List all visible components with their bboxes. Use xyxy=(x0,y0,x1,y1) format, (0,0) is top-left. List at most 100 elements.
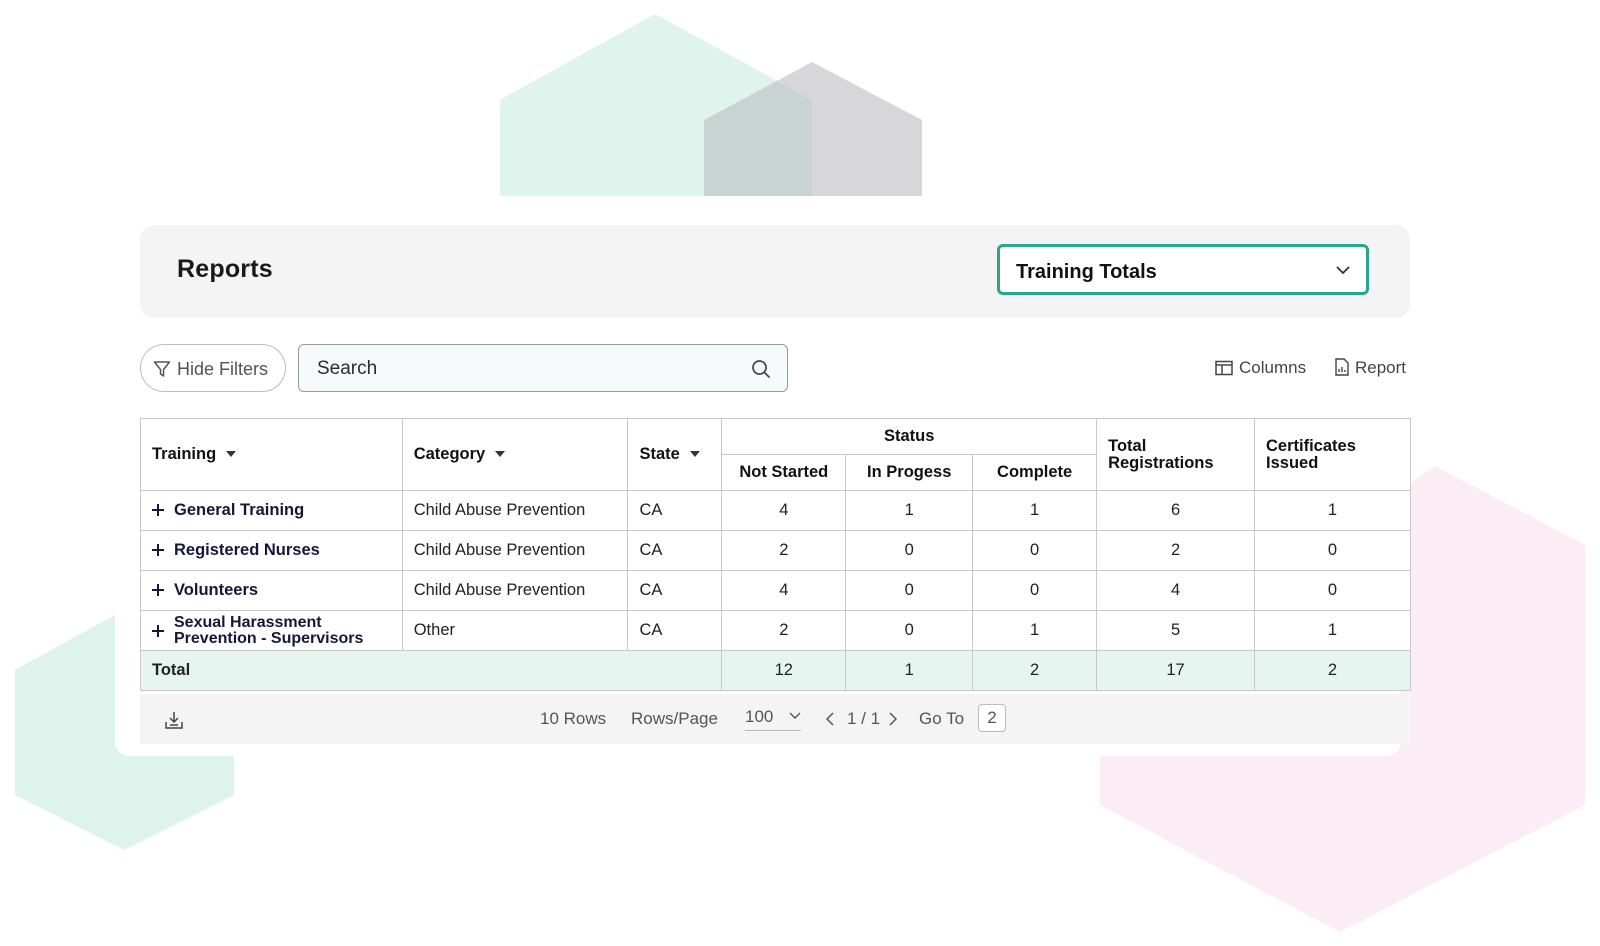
total-registrations-cell: 2 xyxy=(1096,530,1256,571)
total-in-progress: 1 xyxy=(845,650,974,691)
table-footer: 10 Rows Rows/Page 100 1 / 1 Go To 2 xyxy=(140,694,1411,744)
columns-icon xyxy=(1215,360,1233,376)
total-registrations-cell: 5 xyxy=(1096,610,1256,651)
complete-cell: 1 xyxy=(972,490,1098,531)
training-name: General Training xyxy=(174,501,305,519)
columns-label: Columns xyxy=(1239,358,1307,377)
report-file-icon xyxy=(1335,358,1349,376)
report-label: Report xyxy=(1355,358,1407,377)
hide-filters-label: Hide Filters xyxy=(177,359,269,379)
complete-cell: 0 xyxy=(972,530,1098,571)
col-header-category[interactable]: Category xyxy=(401,418,629,491)
category-cell: Child Abuse Prevention xyxy=(401,570,629,611)
rows-per-page-select[interactable]: 100 xyxy=(745,704,801,731)
in-progress-cell: 1 xyxy=(845,490,974,531)
state-cell: CA xyxy=(627,570,723,611)
deco-hex-teal-top xyxy=(500,14,812,202)
download-icon[interactable] xyxy=(164,710,184,730)
col-header-certificates-issued: Certificates Issued xyxy=(1254,418,1411,491)
in-progress-cell: 0 xyxy=(845,530,974,571)
search-icon xyxy=(752,360,771,379)
page-indicator: 1 / 1 xyxy=(847,709,881,728)
expand-plus-icon[interactable] xyxy=(152,624,164,637)
col-header-training[interactable]: Training xyxy=(140,418,403,491)
col-header-total-registrations: Total Registrations xyxy=(1096,418,1256,491)
in-progress-cell: 0 xyxy=(845,610,974,651)
category-cell: Other xyxy=(401,610,629,651)
training-totals-table: Training Category State Status Total Regi… xyxy=(139,418,1411,691)
columns-button[interactable]: Columns xyxy=(1215,358,1306,378)
report-button[interactable]: Report xyxy=(1335,358,1406,378)
expand-plus-icon[interactable] xyxy=(152,584,164,596)
rows-count: 10 Rows xyxy=(540,709,607,728)
col-header-certificates-issued-line2: Issued xyxy=(1266,453,1319,472)
col-header-complete: Complete xyxy=(972,454,1098,491)
col-header-total-registrations-line1: Total xyxy=(1108,436,1147,455)
col-header-status: Status xyxy=(721,418,1098,455)
col-header-in-progress: In Progess xyxy=(845,454,974,491)
col-header-state-label: State xyxy=(639,445,680,463)
certificates-issued-cell: 0 xyxy=(1254,570,1411,611)
hide-filters-button[interactable]: Hide Filters xyxy=(140,344,286,392)
total-complete: 2 xyxy=(972,650,1098,691)
not-started-cell: 2 xyxy=(721,610,847,651)
chevron-down-icon xyxy=(789,712,801,719)
rows-per-page-value: 100 xyxy=(745,707,774,726)
complete-cell: 1 xyxy=(972,610,1098,651)
total-certificates-issued: 2 xyxy=(1254,650,1411,691)
col-header-total-registrations-line2: Registrations xyxy=(1108,453,1214,472)
sort-caret-icon xyxy=(226,451,237,457)
training-cell[interactable]: Sexual Harassment Prevention - Supervisor… xyxy=(140,610,403,651)
sort-caret-icon xyxy=(689,451,700,457)
total-registrations-cell: 6 xyxy=(1096,490,1256,531)
goto-label: Go To xyxy=(919,709,965,728)
next-page-icon[interactable] xyxy=(889,712,897,726)
training-name-line2: Prevention - Supervisors xyxy=(174,629,364,647)
col-header-not-started: Not Started xyxy=(721,454,847,491)
report-type-value: Training Totals xyxy=(1016,261,1157,283)
col-header-training-label: Training xyxy=(152,445,217,463)
expand-plus-icon[interactable] xyxy=(152,504,164,516)
total-registrations-cell: 4 xyxy=(1096,570,1256,611)
report-type-select[interactable]: Training Totals xyxy=(997,244,1369,295)
training-cell[interactable]: Volunteers xyxy=(140,570,403,611)
total-row: Total 12 1 2 17 2 xyxy=(139,650,1411,691)
sort-caret-icon xyxy=(495,451,506,457)
col-header-state[interactable]: State xyxy=(627,418,723,491)
table-row: Sexual Harassment Prevention - Supervisor… xyxy=(140,610,1411,651)
certificates-issued-cell: 0 xyxy=(1254,530,1411,571)
expand-cell xyxy=(152,615,174,647)
state-cell: CA xyxy=(627,530,723,571)
certificates-issued-cell: 1 xyxy=(1254,610,1411,651)
training-name-line1: Sexual Harassment xyxy=(174,613,322,631)
total-label: Total xyxy=(139,650,723,691)
complete-cell: 0 xyxy=(972,570,1098,611)
expand-plus-icon[interactable] xyxy=(152,544,164,556)
reports-header: Reports Training Totals xyxy=(140,225,1410,318)
table-row: Registered Nurses Child Abuse Prevention… xyxy=(140,530,1411,571)
col-header-category-label: Category xyxy=(413,445,486,463)
previous-page-icon[interactable] xyxy=(826,712,834,726)
training-name: Sexual Harassment Prevention - Supervisor… xyxy=(174,613,364,647)
funnel-icon xyxy=(153,361,171,377)
search-input[interactable] xyxy=(315,356,739,382)
category-cell: Child Abuse Prevention xyxy=(401,490,629,531)
rows-per-page-label: Rows/Page xyxy=(631,709,718,728)
goto-page-input[interactable]: 2 xyxy=(978,704,1006,732)
total-total-registrations: 17 xyxy=(1096,650,1256,691)
training-cell[interactable]: General Training xyxy=(140,490,403,531)
page-title: Reports xyxy=(177,255,273,283)
total-not-started: 12 xyxy=(721,650,847,691)
not-started-cell: 4 xyxy=(721,570,847,611)
not-started-cell: 2 xyxy=(721,530,847,571)
chevron-down-icon xyxy=(1336,266,1350,275)
training-name: Volunteers xyxy=(174,581,259,599)
col-header-certificates-issued-line1: Certificates xyxy=(1266,436,1356,455)
table-toolbar: Hide Filters Columns Report xyxy=(140,344,1410,394)
training-cell[interactable]: Registered Nurses xyxy=(140,530,403,571)
certificates-issued-cell: 1 xyxy=(1254,490,1411,531)
search-box[interactable] xyxy=(298,344,788,392)
category-cell: Child Abuse Prevention xyxy=(401,530,629,571)
training-name: Registered Nurses xyxy=(174,541,320,559)
in-progress-cell: 0 xyxy=(845,570,974,611)
